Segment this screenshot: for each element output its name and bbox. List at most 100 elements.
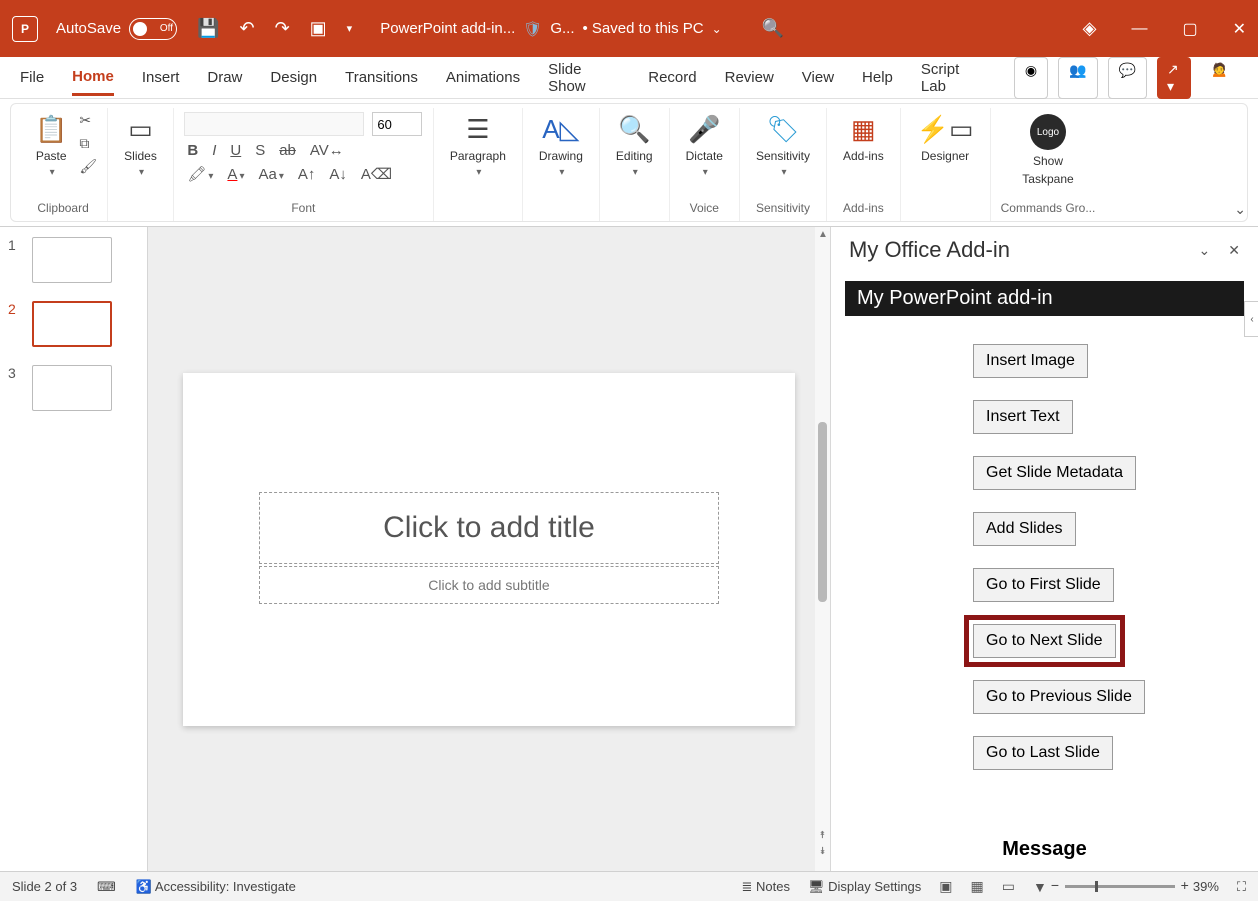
display-settings-button[interactable]: 🖥 Display Settings	[808, 879, 921, 895]
cut-icon[interactable]: ✂	[79, 112, 97, 129]
taskpane-title: My Office Add-in	[849, 237, 1010, 263]
tab-record[interactable]: Record	[648, 61, 696, 94]
vertical-scrollbar[interactable]: ▲ ⯭ ⯯	[815, 227, 830, 871]
tab-review[interactable]: Review	[725, 61, 774, 94]
tab-transitions[interactable]: Transitions	[345, 61, 418, 94]
tab-insert[interactable]: Insert	[142, 61, 180, 94]
go-to-last-slide-button[interactable]: Go to Last Slide	[973, 736, 1113, 770]
go-to-next-slide-button[interactable]: Go to Next Slide	[973, 624, 1116, 658]
paste-button[interactable]: 📋 Paste	[29, 112, 73, 180]
zoom-slider[interactable]: − +	[1065, 885, 1175, 888]
tab-design[interactable]: Design	[270, 61, 317, 94]
thumbnail-slide-1[interactable]	[32, 237, 112, 283]
designer-icon: ⚡▭	[917, 114, 974, 145]
editing-button[interactable]: 🔍 Editing	[610, 112, 659, 180]
bold-button[interactable]: B	[184, 142, 201, 159]
save-status-chevron-icon[interactable]: ⌄	[712, 22, 722, 36]
change-case-button[interactable]: Aa	[255, 166, 286, 183]
zoom-out-icon[interactable]: −	[1051, 877, 1059, 893]
tab-draw[interactable]: Draw	[207, 61, 242, 94]
italic-button[interactable]: I	[209, 142, 219, 159]
tab-file[interactable]: File	[20, 61, 44, 94]
record-camera-button[interactable]: ◉	[1014, 57, 1048, 99]
insert-text-button[interactable]: Insert Text	[973, 400, 1073, 434]
autosave-toggle[interactable]: Off	[129, 18, 177, 40]
add-slides-button[interactable]: Add Slides	[973, 512, 1076, 546]
addins-button[interactable]: ▦ Add-ins	[837, 112, 890, 165]
save-status[interactable]: • Saved to this PC	[583, 20, 704, 37]
share-button[interactable]: ↗ ▾	[1157, 57, 1191, 99]
dictate-button[interactable]: 🎤 Dictate	[680, 112, 729, 180]
account-icon[interactable]: 🙍	[1201, 57, 1238, 99]
font-color-button[interactable]: A	[224, 166, 247, 183]
premium-icon[interactable]: ◈	[1083, 18, 1097, 39]
zoom-in-icon[interactable]: +	[1181, 877, 1189, 893]
autosave-control[interactable]: AutoSave Off	[56, 18, 177, 40]
strikethrough-button[interactable]: ab	[276, 142, 299, 159]
sensitivity-shield-icon[interactable]: 🛡	[523, 20, 542, 38]
customize-qat-icon[interactable]: ▾	[347, 22, 353, 35]
spellcheck-icon[interactable]: ⌨	[97, 879, 116, 895]
subtitle-placeholder[interactable]: Click to add subtitle	[259, 566, 719, 604]
present-from-beginning-icon[interactable]: ▣	[310, 18, 327, 39]
slide-canvas[interactable]: Click to add title Click to add subtitle	[183, 373, 795, 726]
search-icon[interactable]: 🔍	[762, 18, 784, 39]
go-to-previous-slide-button[interactable]: Go to Previous Slide	[973, 680, 1145, 714]
drawing-button[interactable]: A◺ Drawing	[533, 112, 589, 180]
normal-view-button[interactable]: ▣	[939, 878, 952, 895]
slideshow-view-button[interactable]: ▼	[1033, 879, 1047, 895]
redo-icon[interactable]: ↷	[275, 18, 290, 39]
comments-button[interactable]: 💬	[1108, 57, 1147, 99]
notes-button[interactable]: ≣ Notes	[741, 879, 789, 895]
document-name[interactable]: PowerPoint add-in...	[380, 20, 515, 37]
shadow-button[interactable]: S	[252, 142, 268, 159]
character-spacing-button[interactable]: AV↔	[307, 142, 347, 159]
maximize-button[interactable]: ▢	[1182, 19, 1197, 39]
tab-home[interactable]: Home	[72, 60, 114, 96]
increase-font-button[interactable]: A↑	[295, 166, 319, 183]
get-slide-metadata-button[interactable]: Get Slide Metadata	[973, 456, 1136, 490]
highlight-color-button[interactable]: 🖍	[184, 165, 216, 183]
close-button[interactable]: ✕	[1233, 19, 1246, 39]
next-slide-icon[interactable]: ⯯	[818, 846, 827, 857]
format-painter-icon[interactable]: 🖌	[79, 158, 97, 175]
title-placeholder[interactable]: Click to add title	[259, 492, 719, 564]
font-size-select[interactable]	[372, 112, 422, 136]
underline-button[interactable]: U	[227, 142, 244, 159]
designer-button[interactable]: ⚡▭ Designer	[911, 112, 980, 165]
copy-icon[interactable]: ⧉	[79, 135, 97, 152]
thumbnail-slide-2[interactable]	[32, 301, 112, 347]
taskpane-close-icon[interactable]: ✕	[1228, 242, 1240, 259]
tab-slide-show[interactable]: Slide Show	[548, 53, 620, 103]
tab-animations[interactable]: Animations	[446, 61, 520, 94]
tab-help[interactable]: Help	[862, 61, 893, 94]
slide-sorter-view-button[interactable]: ▦	[971, 878, 984, 895]
accessibility-status[interactable]: ♿ Accessibility: Investigate	[136, 879, 296, 895]
reading-view-button[interactable]: ▭	[1002, 878, 1015, 895]
previous-slide-icon[interactable]: ⯭	[818, 830, 827, 841]
addin-reveal-tab[interactable]: ‹	[1244, 301, 1258, 337]
clear-formatting-button[interactable]: A⌫	[358, 165, 395, 183]
collapse-ribbon-chevron-icon[interactable]: ⌄	[1234, 201, 1246, 218]
slide-counter[interactable]: Slide 2 of 3	[12, 879, 77, 894]
font-family-select[interactable]	[184, 112, 364, 136]
scroll-up-arrow-icon[interactable]: ▲	[818, 229, 827, 240]
minimize-button[interactable]: —	[1131, 20, 1147, 38]
undo-icon[interactable]: ↶	[239, 18, 254, 39]
show-taskpane-button[interactable]: Logo Show Taskpane	[1016, 112, 1079, 188]
decrease-font-button[interactable]: A↓	[326, 166, 350, 183]
app-icon: P	[12, 16, 38, 42]
go-to-first-slide-button[interactable]: Go to First Slide	[973, 568, 1114, 602]
save-icon[interactable]: 💾	[197, 18, 219, 39]
thumbnail-slide-3[interactable]	[32, 365, 112, 411]
fit-to-window-icon[interactable]: ⛶	[1237, 879, 1246, 895]
zoom-level[interactable]: 39%	[1193, 879, 1219, 894]
paragraph-button[interactable]: ☰ Paragraph	[444, 112, 512, 180]
taskpane-menu-chevron-icon[interactable]: ⌄	[1199, 242, 1211, 259]
teams-button[interactable]: 👥	[1058, 57, 1097, 99]
insert-image-button[interactable]: Insert Image	[973, 344, 1088, 378]
tab-view[interactable]: View	[802, 61, 834, 94]
sensitivity-button[interactable]: 🏷 Sensitivity	[750, 112, 816, 180]
tab-script-lab[interactable]: Script Lab	[921, 53, 986, 103]
slides-button[interactable]: ▭ Slides	[118, 112, 163, 180]
